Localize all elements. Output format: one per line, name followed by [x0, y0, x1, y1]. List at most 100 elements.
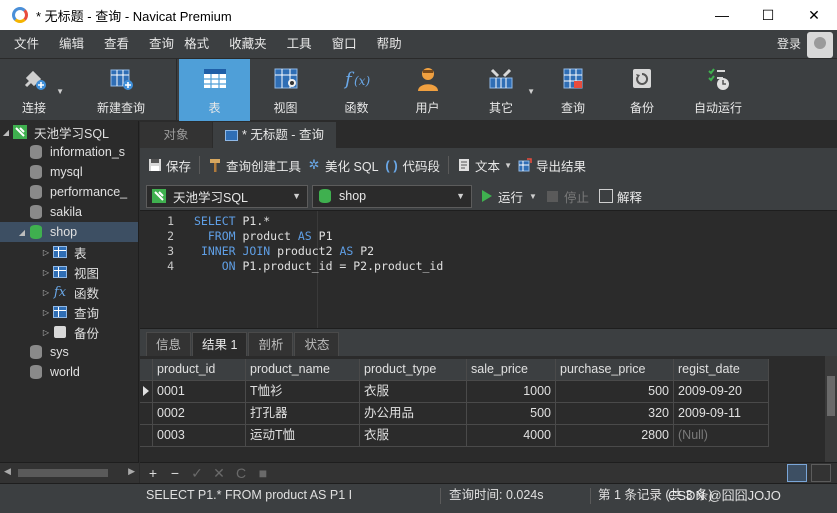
menu-edit[interactable]: 编辑 — [49, 30, 94, 58]
table-cell[interactable]: 500 — [467, 403, 556, 425]
delete-record-button[interactable]: − — [164, 465, 186, 481]
tree-node-backups[interactable]: ▷ 备份 — [0, 322, 138, 342]
tab-query[interactable]: * 无标题 - 查询 — [213, 122, 336, 148]
expand-arrow-icon[interactable]: ▷ — [40, 308, 52, 317]
table-cell[interactable]: 500 — [556, 381, 674, 403]
menu-view[interactable]: 查看 — [94, 30, 139, 58]
column-header[interactable]: regist_date — [674, 359, 769, 381]
table-cell[interactable]: 4000 — [467, 425, 556, 447]
save-button[interactable]: 保存 — [148, 156, 191, 175]
tree-db-shop[interactable]: ◢ shop — [0, 222, 138, 242]
scroll-right-icon[interactable]: ▶ — [128, 466, 135, 477]
add-record-button[interactable]: + — [142, 465, 164, 481]
chevron-down-icon[interactable]: ▼ — [456, 191, 465, 201]
tree-connection[interactable]: ◢ 天池学习SQL — [0, 122, 138, 142]
function-button[interactable]: f (x) 函数 — [321, 59, 392, 121]
stop-button[interactable]: 停止 — [546, 187, 589, 206]
tree-db-information-schema[interactable]: information_s — [0, 142, 138, 162]
run-dropdown-icon[interactable]: ▼ — [529, 192, 537, 201]
menu-tools[interactable]: 工具 — [277, 30, 322, 58]
column-header[interactable]: sale_price — [467, 359, 556, 381]
tree-db-sakila[interactable]: sakila — [0, 202, 138, 222]
backup-button[interactable]: 备份 — [607, 59, 677, 121]
table-cell[interactable]: 320 — [556, 403, 674, 425]
run-button[interactable]: 运行 ▼ — [482, 187, 537, 206]
table-cell[interactable]: 打孔器 — [246, 403, 360, 425]
close-button[interactable]: ✕ — [791, 0, 837, 30]
query-builder-button[interactable]: 查询创建工具 — [208, 156, 301, 175]
query-button[interactable]: 查询 — [539, 59, 607, 121]
table-cell[interactable]: 运动T恤 — [246, 425, 360, 447]
table-cell[interactable]: 2009-09-11 — [674, 403, 769, 425]
tree-node-views[interactable]: ▷ 视图 — [0, 262, 138, 282]
tree-node-tables[interactable]: ▷ 表 — [0, 242, 138, 262]
column-header[interactable]: purchase_price — [556, 359, 674, 381]
table-cell[interactable]: 衣服 — [360, 425, 467, 447]
tab-objects[interactable]: 对象 — [140, 122, 212, 148]
collapse-arrow-icon[interactable]: ◢ — [16, 228, 28, 237]
tree-db-mysql[interactable]: mysql — [0, 162, 138, 182]
tree-db-world[interactable]: world — [0, 362, 138, 382]
table-row[interactable]: 0003 运动T恤 衣服 4000 2800 (Null) — [140, 425, 769, 447]
table-cell[interactable]: T恤衫 — [246, 381, 360, 403]
user-button[interactable]: 用户 — [392, 59, 463, 121]
database-select[interactable]: shop ▼ — [312, 184, 472, 208]
code-snippet-button[interactable]: ( ) 代码段 — [385, 156, 440, 175]
menu-file[interactable]: 文件 — [4, 30, 49, 58]
scroll-thumb[interactable] — [827, 376, 835, 416]
export-results-button[interactable]: 导出结果 — [518, 156, 586, 175]
tab-info[interactable]: 信息 — [146, 332, 192, 356]
table-cell[interactable]: 0002 — [153, 403, 246, 425]
row-indicator[interactable] — [140, 425, 153, 447]
table-cell[interactable]: 2009-09-20 — [674, 381, 769, 403]
table-cell[interactable]: 2800 — [556, 425, 674, 447]
form-view-icon[interactable] — [811, 464, 831, 482]
menu-favorites[interactable]: 收藏夹 — [219, 30, 277, 58]
column-header[interactable]: product_id — [153, 359, 246, 381]
new-query-button[interactable]: 新建查询 — [68, 59, 174, 121]
table-cell[interactable]: 衣服 — [360, 381, 467, 403]
connect-dropdown-icon[interactable]: ▼ — [56, 87, 64, 96]
tree-db-performance-schema[interactable]: performance_ — [0, 182, 138, 202]
text-button[interactable]: 文本 ▼ — [457, 156, 512, 175]
minimize-button[interactable]: — — [699, 0, 745, 30]
refresh-button[interactable]: C — [230, 465, 252, 481]
sql-editor[interactable]: 1 SELECT P1.* 2 FROM product AS P1 3 INNER … — [140, 210, 837, 329]
tab-result-1[interactable]: 结果 1 — [192, 332, 248, 356]
scroll-thumb[interactable] — [18, 469, 108, 477]
table-button[interactable]: 表 — [179, 59, 250, 121]
beautify-sql-button[interactable]: ✲ 美化 SQL — [307, 156, 379, 175]
tab-profile[interactable]: 剖析 — [248, 332, 294, 356]
table-row[interactable]: 0001 T恤衫 衣服 1000 500 2009-09-20 — [140, 381, 769, 403]
expand-arrow-icon[interactable]: ▷ — [40, 288, 52, 297]
automation-button[interactable]: 自动运行 — [677, 59, 759, 121]
expand-arrow-icon[interactable]: ▷ — [40, 328, 52, 337]
navigation-scrollbar[interactable]: ◀ ▶ — [0, 462, 139, 483]
tree-db-sys[interactable]: sys — [0, 342, 138, 362]
row-indicator[interactable] — [140, 403, 153, 425]
stop-button[interactable]: ■ — [252, 465, 274, 481]
menu-query[interactable]: 查询 — [139, 30, 184, 58]
avatar[interactable] — [807, 32, 833, 58]
menu-format[interactable]: 格式 — [184, 30, 219, 58]
scroll-left-icon[interactable]: ◀ — [4, 466, 11, 477]
grid-vertical-scrollbar[interactable] — [825, 356, 837, 462]
expand-arrow-icon[interactable]: ▷ — [40, 268, 52, 277]
table-cell[interactable]: (Null) — [674, 425, 769, 447]
apply-changes-button[interactable]: ✓ — [186, 465, 208, 482]
table-row[interactable]: 0002 打孔器 办公用品 500 320 2009-09-11 — [140, 403, 769, 425]
chevron-down-icon[interactable]: ▼ — [292, 191, 301, 201]
collapse-arrow-icon[interactable]: ◢ — [0, 128, 12, 137]
grid-view-icon[interactable] — [787, 464, 807, 482]
expand-arrow-icon[interactable]: ▷ — [40, 248, 52, 257]
tab-status[interactable]: 状态 — [294, 332, 340, 356]
view-button[interactable]: 视图 — [250, 59, 321, 121]
table-cell[interactable]: 0003 — [153, 425, 246, 447]
table-cell[interactable]: 1000 — [467, 381, 556, 403]
menu-help[interactable]: 帮助 — [367, 30, 412, 58]
explain-button[interactable]: 解释 — [598, 187, 642, 206]
tree-node-functions[interactable]: ▷ fx 函数 — [0, 282, 138, 302]
login-link[interactable]: 登录 — [777, 30, 801, 58]
connect-button[interactable]: 连接 ▼ — [0, 59, 68, 121]
other-dropdown-icon[interactable]: ▼ — [527, 87, 535, 96]
